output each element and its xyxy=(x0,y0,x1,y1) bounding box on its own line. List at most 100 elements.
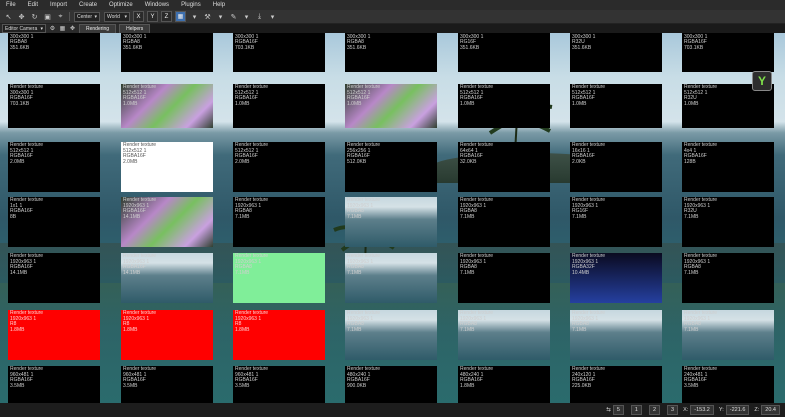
view-layout-1[interactable]: 1 xyxy=(629,405,642,415)
render-texture-tile[interactable]: Render texture 1920x963 1 RGBA8 7.1MB xyxy=(345,310,437,360)
axis-z-button[interactable]: Z xyxy=(161,11,172,22)
move-tool-icon[interactable]: ✥ xyxy=(17,12,26,21)
dropdown-arrow-icon[interactable]: ▾ xyxy=(268,12,277,21)
rotate-tool-icon[interactable]: ↻ xyxy=(30,12,39,21)
render-texture-tile[interactable]: Render texture 1920x963 1 R8 1.8MB xyxy=(8,310,100,360)
render-texture-tile[interactable]: Render texture 480x240 1 RGBA16F 1.8MB xyxy=(458,366,550,403)
view-layout-2[interactable]: 2 xyxy=(647,405,660,415)
tile-info: Render texture 960x481 1 RGBA16F 3.5MB xyxy=(235,366,268,389)
space-select[interactable]: World ▾ xyxy=(104,11,130,22)
render-texture-tile[interactable]: Render texture300x300 1RGBA8351.6KB xyxy=(121,33,213,72)
render-texture-tile[interactable]: Render texture 1920x963 1 RGBA8 7.1MB xyxy=(345,253,437,303)
camera-select[interactable]: Editor Camera ▾ xyxy=(2,24,46,33)
render-texture-tile[interactable]: Render texture300x300 1RGBA16F703.1KB xyxy=(682,33,774,72)
render-texture-tile[interactable]: Render texture 1920x963 1 RGBA16F 14.1MB xyxy=(8,253,100,303)
paint-tool-icon[interactable]: ✎ xyxy=(229,12,238,21)
render-texture-tile[interactable]: Render texture300x300 1R32U351.6KB xyxy=(570,33,662,72)
render-texture-tile[interactable]: Render texture 512x512 1 RGBA16F 2.0MB xyxy=(121,142,213,192)
grid-icon[interactable]: ▦ xyxy=(59,25,66,32)
render-texture-tile[interactable]: Render texture 512x512 1 RGBA16F 2.0MB xyxy=(233,142,325,192)
tile-info: Render texture 1x1 1 RGBA16F 8B xyxy=(10,197,43,220)
dropdown-arrow-icon[interactable]: ▾ xyxy=(242,12,251,21)
render-texture-tile[interactable]: Render texture300x300 1RG16F351.6KB xyxy=(458,33,550,72)
scene-viewport[interactable]: Render texture300x300 1RGBA8351.6KB Rende… xyxy=(0,33,785,403)
view-2-value[interactable]: 2 xyxy=(648,405,660,415)
render-texture-tile[interactable]: Render texture 960x481 1 RGBA16F 3.5MB xyxy=(8,366,100,403)
render-texture-tile[interactable]: Render texture 1920x963 1 RGBA8 7.1MB xyxy=(682,310,774,360)
render-texture-tile[interactable]: Render texture 1920x963 1 RGBA8 7.1MB xyxy=(345,197,437,247)
snap-icon[interactable]: ⌖ xyxy=(56,12,65,21)
view-3-value[interactable]: 3 xyxy=(667,405,679,415)
gear-icon[interactable]: ⚙ xyxy=(49,25,56,32)
render-texture-tile[interactable]: Render texture300x300 1RGBA8351.6KB xyxy=(345,33,437,72)
menu-help[interactable]: Help xyxy=(213,2,225,8)
speed-value[interactable]: 5 xyxy=(612,405,624,415)
render-texture-tile[interactable]: Render texture 1920x963 1 R32U 7.1MB xyxy=(682,197,774,247)
render-texture-tile[interactable]: Render texture 240x481 1 RGBA16F 3.5MB xyxy=(682,366,774,403)
coord-z-value[interactable]: 20.4 xyxy=(761,405,780,415)
render-texture-tile[interactable]: Render texture 512x512 1 RGBA16F 1.0MB xyxy=(570,84,662,128)
download-icon[interactable]: ⤓ xyxy=(255,12,264,21)
tile-info-line: 512.0KB xyxy=(347,158,367,165)
render-texture-tile[interactable]: Render texture 1920x963 1 RGBA8 7.1MB xyxy=(233,197,325,247)
render-texture-tile[interactable]: Render texture 512x512 1 RGBA16F 1.0MB xyxy=(233,84,325,128)
render-texture-tile[interactable]: Render texture 1920x963 1 RG16F 7.1MB xyxy=(570,197,662,247)
menu-plugins[interactable]: Plugins xyxy=(181,2,201,8)
menu-optimize[interactable]: Optimize xyxy=(109,2,133,8)
brush-tool-icon[interactable]: ⚒ xyxy=(203,12,212,21)
render-texture-tile[interactable]: Render texture 1920x963 1 RGBA32F 10.4MB xyxy=(570,253,662,303)
tab-rendering[interactable]: Rendering xyxy=(79,23,117,34)
render-texture-tile[interactable]: Render texture 960x481 1 RGBA16F 3.5MB xyxy=(233,366,325,403)
render-texture-tile[interactable]: Render texture 512x512 1 RGBA16F 1.0MB xyxy=(458,84,550,128)
render-texture-tile[interactable]: Render texture 1920x963 1 RGBA16F 14.1MB xyxy=(121,253,213,303)
render-texture-tile[interactable]: Render texture300x300 1RGBA16F703.1KB xyxy=(233,33,325,72)
render-texture-tile[interactable]: Render texture300x300 1RGBA16F703.1KB xyxy=(8,84,100,128)
render-texture-tile[interactable]: Render texture300x300 1RGBA8351.6KB xyxy=(8,33,100,72)
camera-speed[interactable]: ⇆ 5 xyxy=(606,405,624,415)
move-camera-icon[interactable]: ✥ xyxy=(69,25,76,32)
tab-helpers[interactable]: Helpers xyxy=(119,23,151,34)
scale-tool-icon[interactable]: ▣ xyxy=(43,12,52,21)
render-texture-tile[interactable]: Render texture 1920x963 1 RGBA8 7.1MB xyxy=(682,253,774,303)
render-texture-tile[interactable]: Render texture 512x512 1 RGBA16F 1.0MB xyxy=(345,84,437,128)
coord-y-value[interactable]: -221.6 xyxy=(725,405,750,415)
menu-import[interactable]: Import xyxy=(50,2,67,8)
render-texture-tile[interactable]: Render texture 512x512 1 RGBA16F 1.0MB xyxy=(121,84,213,128)
tile-info: Render texture 1920x963 1 RGBA8 7.1MB xyxy=(572,310,605,333)
coord-x-value[interactable]: -153.2 xyxy=(690,405,714,415)
dropdown-arrow-icon[interactable]: ▾ xyxy=(216,12,225,21)
select-tool-icon[interactable]: ↖ xyxy=(4,12,13,21)
view-1-value[interactable]: 1 xyxy=(630,405,642,415)
render-texture-tile[interactable]: Render texture 64x64 1 RGBA16F 32.0KB xyxy=(458,142,550,192)
render-texture-tile[interactable]: Render texture 1920x963 1 RGBA8 7.1MB xyxy=(458,310,550,360)
menu-windows[interactable]: Windows xyxy=(145,2,169,8)
render-texture-tile[interactable]: Render texture 1920x963 1 RGBA8 7.1MB xyxy=(570,310,662,360)
tile-info-line: 2.0MB xyxy=(10,158,25,165)
menu-file[interactable]: File xyxy=(6,2,16,8)
dropdown-arrow-icon[interactable]: ▾ xyxy=(190,12,199,21)
render-texture-tile[interactable]: Render texture 1920x963 1 R8 1.8MB xyxy=(121,310,213,360)
axis-x-button[interactable]: X xyxy=(133,11,144,22)
pivot-select[interactable]: Center ▾ xyxy=(74,11,100,22)
render-texture-tile[interactable]: Render texture 960x481 1 RGBA16F 3.5MB xyxy=(121,366,213,403)
render-texture-tile[interactable]: Render texture 16x16 1 RGBA16F 2.0KB xyxy=(570,142,662,192)
axis-y-button[interactable]: Y xyxy=(147,11,158,22)
local-snap-button[interactable]: ▦ xyxy=(175,11,186,22)
tile-info: Render texture 480x240 1 RGBA16F 1.8MB xyxy=(460,366,493,389)
render-texture-tile[interactable]: Render texture 1920x963 1 RGBA16F 14.1MB xyxy=(121,197,213,247)
render-texture-tile[interactable]: Render texture 256x256 1 RGBA16F 512.0KB xyxy=(345,142,437,192)
menu-edit[interactable]: Edit xyxy=(28,2,38,8)
render-texture-tile[interactable]: Render texture 1920x963 1 RGBA8 7.1MB xyxy=(458,253,550,303)
render-texture-tile[interactable]: Render texture 1920x963 1 R8 1.8MB xyxy=(233,310,325,360)
menu-create[interactable]: Create xyxy=(79,2,97,8)
render-texture-tile[interactable]: Render texture 512x512 1 RGBA16F 2.0MB xyxy=(8,142,100,192)
render-texture-tile[interactable]: Render texture 240x120 1 RGBA16F 225.0KB xyxy=(570,366,662,403)
view-gizmo-y[interactable]: Y xyxy=(752,71,772,91)
tile-info: Render texture 1920x963 1 R32U 7.1MB xyxy=(684,197,717,220)
render-texture-tile[interactable]: Render texture 1920x963 1 RGBA8 7.1MB xyxy=(458,197,550,247)
render-texture-tile[interactable]: Render texture 480x240 1 RGBA16F 900.0KB xyxy=(345,366,437,403)
view-layout-3[interactable]: 3 xyxy=(665,405,679,415)
render-texture-tile[interactable]: Render texture 4x4 1 RGBA16F 128B xyxy=(682,142,774,192)
render-texture-tile[interactable]: Render texture 1x1 1 RGBA16F 8B xyxy=(8,197,100,247)
render-texture-tile[interactable]: Render texture 1920x963 1 RGBA8 7.1MB xyxy=(233,253,325,303)
